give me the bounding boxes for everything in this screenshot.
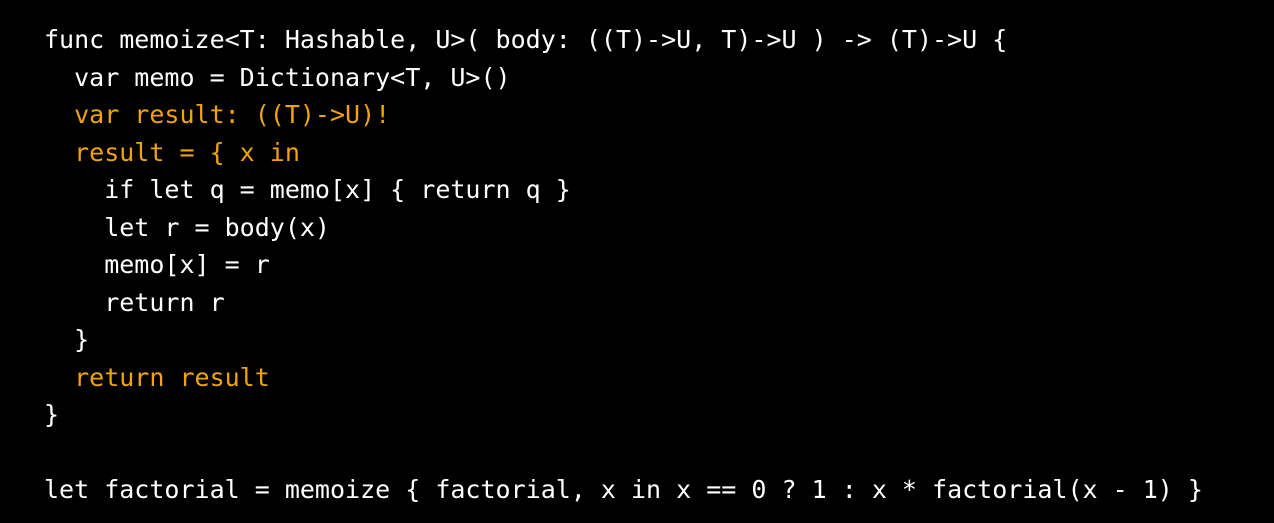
code-line-4: result = { x in [44, 137, 300, 167]
code-line-9: } [44, 325, 90, 354]
code-line-6: let r = body(x) [44, 212, 330, 242]
code-slide: func memoize<T: Hashable, U>( body: ((T)… [0, 0, 1274, 523]
code-line-5: if let q = memo[x] { return q } [44, 175, 571, 204]
code-line-7: memo[x] = r [44, 250, 270, 279]
code-block: func memoize<T: Hashable, U>( body: ((T)… [44, 21, 1203, 509]
code-line-3: var result: ((T)->U)! [44, 100, 391, 129]
code-line-10: return result [44, 362, 270, 392]
code-line-2: var memo = Dictionary<T, U>() [44, 62, 511, 92]
code-line-1: func memoize<T: Hashable, U>( body: ((T)… [44, 25, 1008, 54]
code-line-13: let factorial = memoize { factorial, x i… [44, 475, 1203, 504]
code-line-11: } [44, 400, 60, 429]
code-line-8: return r [44, 287, 225, 317]
